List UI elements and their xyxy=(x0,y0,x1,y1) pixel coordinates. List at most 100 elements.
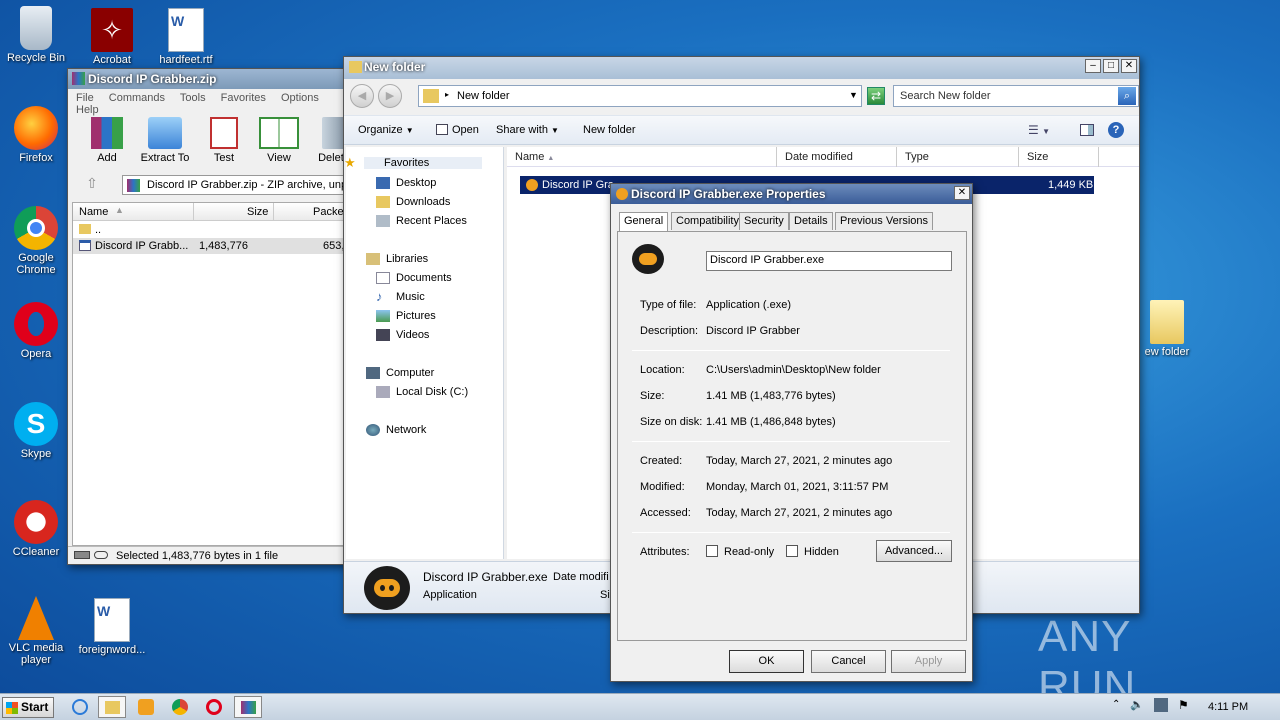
menu-tools[interactable]: Tools xyxy=(180,92,206,104)
close-button[interactable]: ✕ xyxy=(1121,59,1137,73)
ie-taskbar-icon[interactable] xyxy=(72,699,88,715)
apply-button[interactable]: Apply xyxy=(891,650,966,673)
filename-field[interactable]: Discord IP Grabber.exe xyxy=(706,251,952,271)
col-header-name[interactable]: Name ▲ xyxy=(507,147,777,167)
menu-file[interactable]: File xyxy=(76,92,94,104)
nav-favorites[interactable]: ★ Favorites xyxy=(344,155,482,170)
nav-item-desktop[interactable]: Desktop xyxy=(376,177,436,189)
properties-title: Discord IP Grabber.exe Properties xyxy=(631,187,826,201)
new-folder-button[interactable]: New folder xyxy=(583,124,636,136)
nav-item-pictures[interactable]: Pictures xyxy=(376,310,436,322)
advanced-button[interactable]: Advanced... xyxy=(876,540,952,562)
word-doc-icon: W xyxy=(168,8,204,52)
open-icon xyxy=(436,124,448,135)
desktop-icon-recycle-bin[interactable]: Recycle Bin xyxy=(0,6,72,64)
refresh-button[interactable]: ⇄ xyxy=(867,87,885,105)
nav-item-documents[interactable]: Documents xyxy=(376,272,452,284)
hidden-checkbox[interactable] xyxy=(786,545,798,557)
explorer-titlebar[interactable]: New folder – □ ✕ xyxy=(344,57,1139,79)
col-header-size[interactable]: Size xyxy=(1019,147,1099,167)
start-button[interactable]: Start xyxy=(2,697,54,718)
nav-computer[interactable]: Computer xyxy=(366,367,434,379)
ok-button[interactable]: OK xyxy=(729,650,804,673)
open-button[interactable]: Open xyxy=(436,124,479,136)
nav-item-videos[interactable]: Videos xyxy=(376,329,429,341)
col-header-name[interactable]: Name xyxy=(79,206,108,218)
search-icon[interactable]: ⌕ xyxy=(1118,87,1136,105)
opera-taskbar-icon[interactable] xyxy=(206,699,222,715)
forward-button[interactable]: ▶ xyxy=(378,84,402,108)
nav-item-recent-places[interactable]: Recent Places xyxy=(376,215,467,227)
help-icon[interactable]: ? xyxy=(1108,122,1124,138)
desktop-icon-chrome[interactable]: Google Chrome xyxy=(0,206,72,276)
menu-help[interactable]: Help xyxy=(76,104,99,116)
media-player-taskbar-icon[interactable] xyxy=(138,699,154,715)
desktop-icon-vlc[interactable]: VLC media player xyxy=(0,596,72,666)
col-header-size[interactable]: Size xyxy=(247,206,268,218)
desktop-icon-skype[interactable]: S Skype xyxy=(0,402,72,460)
winrar-titlebar[interactable]: Discord IP Grabber.zip xyxy=(68,69,356,89)
nav-item-downloads[interactable]: Downloads xyxy=(376,196,450,208)
nav-item-local-disk[interactable]: Local Disk (C:) xyxy=(376,386,468,398)
desktop-icon-foreignword[interactable]: W foreignword... xyxy=(76,598,148,656)
address-dropdown-icon[interactable]: ▼ xyxy=(849,90,858,100)
col-header-type[interactable]: Type xyxy=(897,147,1019,167)
nav-libraries[interactable]: Libraries xyxy=(366,253,428,265)
breadcrumb[interactable]: New folder xyxy=(457,90,510,102)
desktop-icon-ccleaner[interactable]: CCleaner xyxy=(0,500,72,558)
tab-previous-versions[interactable]: Previous Versions xyxy=(835,212,934,230)
menu-commands[interactable]: Commands xyxy=(109,92,165,104)
organize-button[interactable]: Organize ▼ xyxy=(358,124,414,136)
winrar-file-list[interactable]: Name ▲ Size Packed .. Discord IP Grabb..… xyxy=(72,202,358,546)
network-icon[interactable] xyxy=(1154,698,1168,712)
desktop-icon-acrobat[interactable]: ✧ Acrobat xyxy=(76,8,148,66)
explorer-taskbar-icon[interactable] xyxy=(98,696,126,718)
preview-pane-icon[interactable] xyxy=(1080,124,1094,136)
menu-options[interactable]: Options xyxy=(281,92,319,104)
videos-icon xyxy=(376,329,390,341)
discord-title-icon xyxy=(616,188,628,200)
cancel-button[interactable]: Cancel xyxy=(811,650,886,673)
tab-compatibility[interactable]: Compatibility xyxy=(671,212,744,230)
action-center-flag-icon[interactable]: ⚑ xyxy=(1178,698,1192,712)
table-row[interactable]: .. xyxy=(73,222,357,238)
desktop-icon-opera[interactable]: Opera xyxy=(0,302,72,360)
winrar-view-button[interactable]: View xyxy=(256,117,302,164)
winrar-test-button[interactable]: Test xyxy=(202,117,246,164)
address-bar[interactable]: ▸ New folder ▼ xyxy=(418,85,862,107)
nav-item-music[interactable]: ♪ Music xyxy=(376,289,425,304)
back-button[interactable]: ◀ xyxy=(350,84,374,108)
winrar-up-button[interactable]: ⇧ xyxy=(74,175,110,195)
close-button[interactable]: ✕ xyxy=(954,186,970,200)
chrome-taskbar-icon[interactable] xyxy=(172,699,188,715)
tray-expand-icon[interactable]: ⌃ xyxy=(1112,699,1120,710)
readonly-checkbox[interactable] xyxy=(706,545,718,557)
desktop-icon-new-folder[interactable]: ew folder xyxy=(1132,300,1202,358)
search-input[interactable]: Search New folder ⌕ xyxy=(893,85,1139,107)
winrar-extract-button[interactable]: Extract To xyxy=(138,117,192,164)
tab-security[interactable]: Security xyxy=(739,212,789,230)
word-doc-icon: W xyxy=(94,598,130,642)
nav-network[interactable]: Network xyxy=(366,424,426,436)
col-header-date-modified[interactable]: Date modified xyxy=(777,147,897,167)
clock[interactable]: 4:11 PM xyxy=(1208,701,1248,713)
minimize-button[interactable]: – xyxy=(1085,59,1101,73)
properties-titlebar[interactable]: Discord IP Grabber.exe Properties ✕ xyxy=(611,184,972,204)
desktop-icon-hardfeet[interactable]: W hardfeet.rtf xyxy=(150,8,222,66)
documents-icon xyxy=(376,272,390,284)
tab-general[interactable]: General xyxy=(619,212,669,232)
winrar-window[interactable]: Discord IP Grabber.zip File Commands Too… xyxy=(67,68,358,565)
winrar-taskbar-icon[interactable] xyxy=(234,696,262,718)
properties-dialog[interactable]: Discord IP Grabber.exe Properties ✕ Gene… xyxy=(610,183,973,682)
desktop-icon-firefox[interactable]: Firefox xyxy=(0,106,72,164)
share-with-button[interactable]: Share with ▼ xyxy=(496,124,559,136)
maximize-button[interactable]: □ xyxy=(1103,59,1119,73)
winrar-add-button[interactable]: Add xyxy=(84,117,130,164)
winrar-path-field[interactable]: Discord IP Grabber.zip - ZIP archive, un… xyxy=(122,175,358,195)
view-options-icon[interactable]: ☰ ▼ xyxy=(1028,123,1050,137)
taskbar: Start ⌃ 🔈 ⚑ 4:11 PM xyxy=(0,693,1280,720)
menu-favorites[interactable]: Favorites xyxy=(221,92,266,104)
tab-details[interactable]: Details xyxy=(789,212,833,230)
table-row[interactable]: Discord IP Grabb... 1,483,776 653,832 xyxy=(73,238,357,254)
volume-icon[interactable]: 🔈 xyxy=(1130,698,1144,712)
